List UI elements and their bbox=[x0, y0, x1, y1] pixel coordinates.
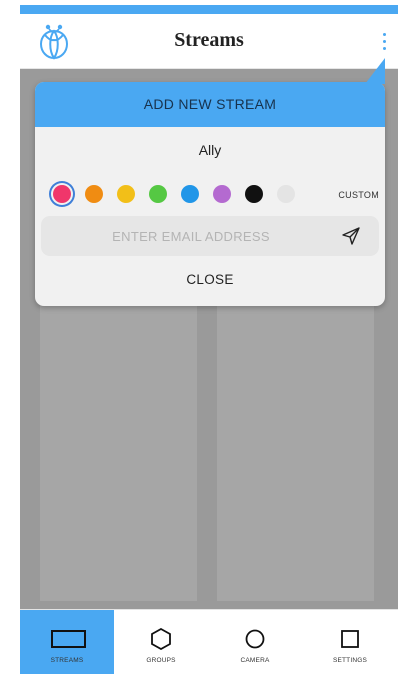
nav-label: CAMERA bbox=[240, 657, 270, 664]
more-vertical-icon[interactable] bbox=[380, 33, 388, 55]
color-picker bbox=[49, 183, 379, 205]
status-strip bbox=[20, 5, 398, 14]
page-title: Streams bbox=[174, 29, 244, 51]
nav-item-settings[interactable]: SETTINGS bbox=[302, 610, 398, 674]
stream-tile bbox=[217, 299, 374, 459]
close-button[interactable]: CLOSE bbox=[35, 272, 385, 287]
bottom-nav: STREAMS GROUPS CAMERA SETTINGS bbox=[20, 609, 398, 674]
nav-label: SETTINGS bbox=[332, 657, 368, 664]
send-icon[interactable] bbox=[341, 226, 361, 246]
email-field-container bbox=[41, 216, 379, 256]
stream-tile bbox=[40, 445, 197, 601]
nav-item-streams[interactable]: STREAMS bbox=[20, 610, 114, 674]
nav-label: GROUPS bbox=[146, 657, 176, 664]
color-swatch-pink[interactable] bbox=[53, 185, 71, 203]
nav-label: STREAMS bbox=[50, 657, 84, 664]
stream-tile bbox=[40, 299, 197, 459]
hexagon-icon bbox=[151, 628, 171, 650]
custom-color-button[interactable]: CUSTOM bbox=[338, 190, 379, 200]
nav-item-camera[interactable]: CAMERA bbox=[208, 610, 302, 674]
color-swatch-purple[interactable] bbox=[213, 185, 231, 203]
dialog-pointer bbox=[365, 58, 385, 84]
color-swatch-yellow[interactable] bbox=[117, 185, 135, 203]
color-swatch-blue[interactable] bbox=[181, 185, 199, 203]
circle-icon bbox=[245, 629, 265, 649]
nav-item-groups[interactable]: GROUPS bbox=[114, 610, 208, 674]
email-input[interactable] bbox=[41, 216, 341, 256]
square-icon bbox=[341, 630, 359, 648]
add-stream-dialog: ADD NEW STREAM Ally CUSTOM CLOSE bbox=[35, 58, 385, 306]
app-screen: Streams ADD NEW STREAM Ally CUSTOM ENTER… bbox=[20, 0, 398, 675]
color-swatch-orange[interactable] bbox=[85, 185, 103, 203]
color-swatch-light-gray[interactable] bbox=[277, 185, 295, 203]
color-swatch-black[interactable] bbox=[245, 185, 263, 203]
dialog-title: ADD NEW STREAM bbox=[35, 82, 385, 127]
rectangle-icon bbox=[51, 630, 86, 648]
app-header: Streams bbox=[20, 14, 398, 69]
color-swatch-green[interactable] bbox=[149, 185, 167, 203]
stream-name-field[interactable]: Ally bbox=[35, 142, 385, 158]
stream-tile bbox=[217, 445, 374, 601]
